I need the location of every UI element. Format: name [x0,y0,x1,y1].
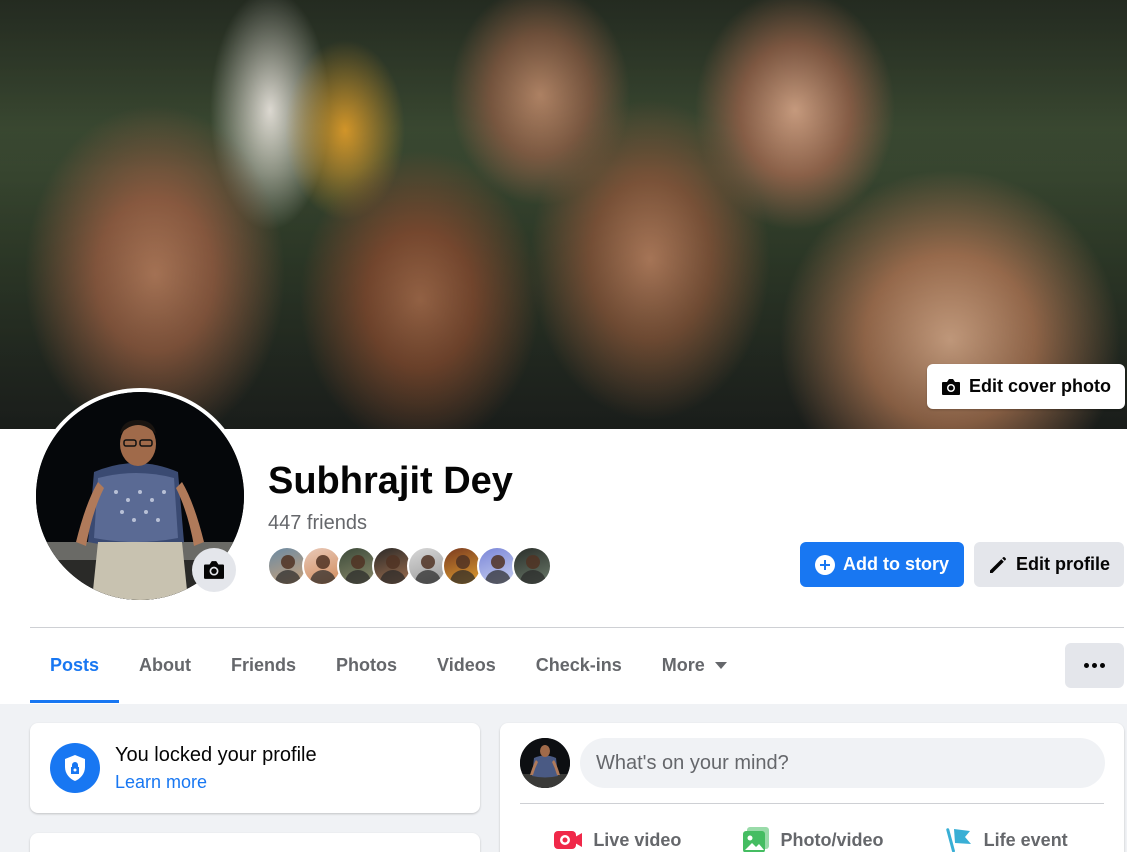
intro-card [30,833,480,852]
more-options-button[interactable] [1065,643,1124,688]
dot [1084,663,1089,668]
tab-label: Photos [336,655,398,675]
tab-posts[interactable]: Posts [30,628,120,703]
pencil-icon [990,556,1006,573]
profile-tabs: Posts About Friends Photos Videos Check-… [30,628,747,703]
edit-profile-button[interactable]: Edit profile [974,542,1124,587]
friend-avatar[interactable] [442,546,482,586]
friend-avatar[interactable] [337,546,377,586]
tab-label: Videos [437,655,496,675]
locked-profile-title: You locked your profile [115,744,317,766]
friend-avatar[interactable] [302,546,342,586]
learn-more-link[interactable]: Learn more [115,772,207,793]
friends-count-link[interactable]: 447 friends [268,512,367,535]
camera-icon [204,561,224,579]
tab-label: More [661,655,705,675]
whats-on-your-mind-input[interactable] [580,738,1105,788]
edit-cover-photo-button[interactable]: Edit cover photo [927,364,1125,409]
live-video-button[interactable]: Live video [520,815,715,852]
dot [1092,663,1097,668]
tab-videos[interactable]: Videos [417,628,516,703]
profile-name: Subhrajit Dey [268,460,513,502]
plus-circle-icon [815,554,835,575]
friend-avatar[interactable] [512,546,552,586]
add-to-story-button[interactable]: Add to story [800,542,964,587]
flag-icon [945,828,971,852]
tab-friends[interactable]: Friends [211,628,316,703]
composer-avatar[interactable] [520,738,570,788]
friend-avatar[interactable] [372,546,412,586]
friend-avatar[interactable] [267,546,307,586]
friend-avatar[interactable] [477,546,517,586]
post-composer: Live video Photo/video Life event [500,723,1124,852]
photo-video-label: Photo/video [780,829,884,850]
live-video-label: Live video [593,829,682,850]
tab-about[interactable]: About [119,628,211,703]
tab-label: Friends [231,655,297,675]
locked-profile-card: You locked your profile Learn more [30,723,480,813]
composer-actions: Live video Photo/video Life event [520,815,1104,852]
tab-photos[interactable]: Photos [316,628,417,703]
caret-down-icon [714,662,727,669]
edit-cover-label: Edit cover photo [969,376,1112,396]
friend-avatars [267,546,552,586]
camera-icon [942,378,960,395]
shield-lock-icon [50,743,100,793]
photo-video-button[interactable]: Photo/video [715,815,910,852]
tab-label: Posts [50,655,100,675]
life-event-label: Life event [983,829,1068,850]
update-profile-picture-button[interactable] [192,548,236,592]
life-event-button[interactable]: Life event [909,815,1104,852]
dot [1100,663,1105,668]
add-to-story-label: Add to story [843,554,949,574]
avatar-image [520,738,570,788]
tab-check-ins[interactable]: Check-ins [516,628,642,703]
friend-avatar[interactable] [407,546,447,586]
live-video-icon [554,831,583,849]
composer-divider [520,803,1104,804]
tab-label: Check-ins [535,655,622,675]
photo-video-icon [742,827,769,852]
edit-profile-label: Edit profile [1016,554,1110,574]
tab-label: About [139,655,192,675]
tab-more[interactable]: More [642,628,747,703]
